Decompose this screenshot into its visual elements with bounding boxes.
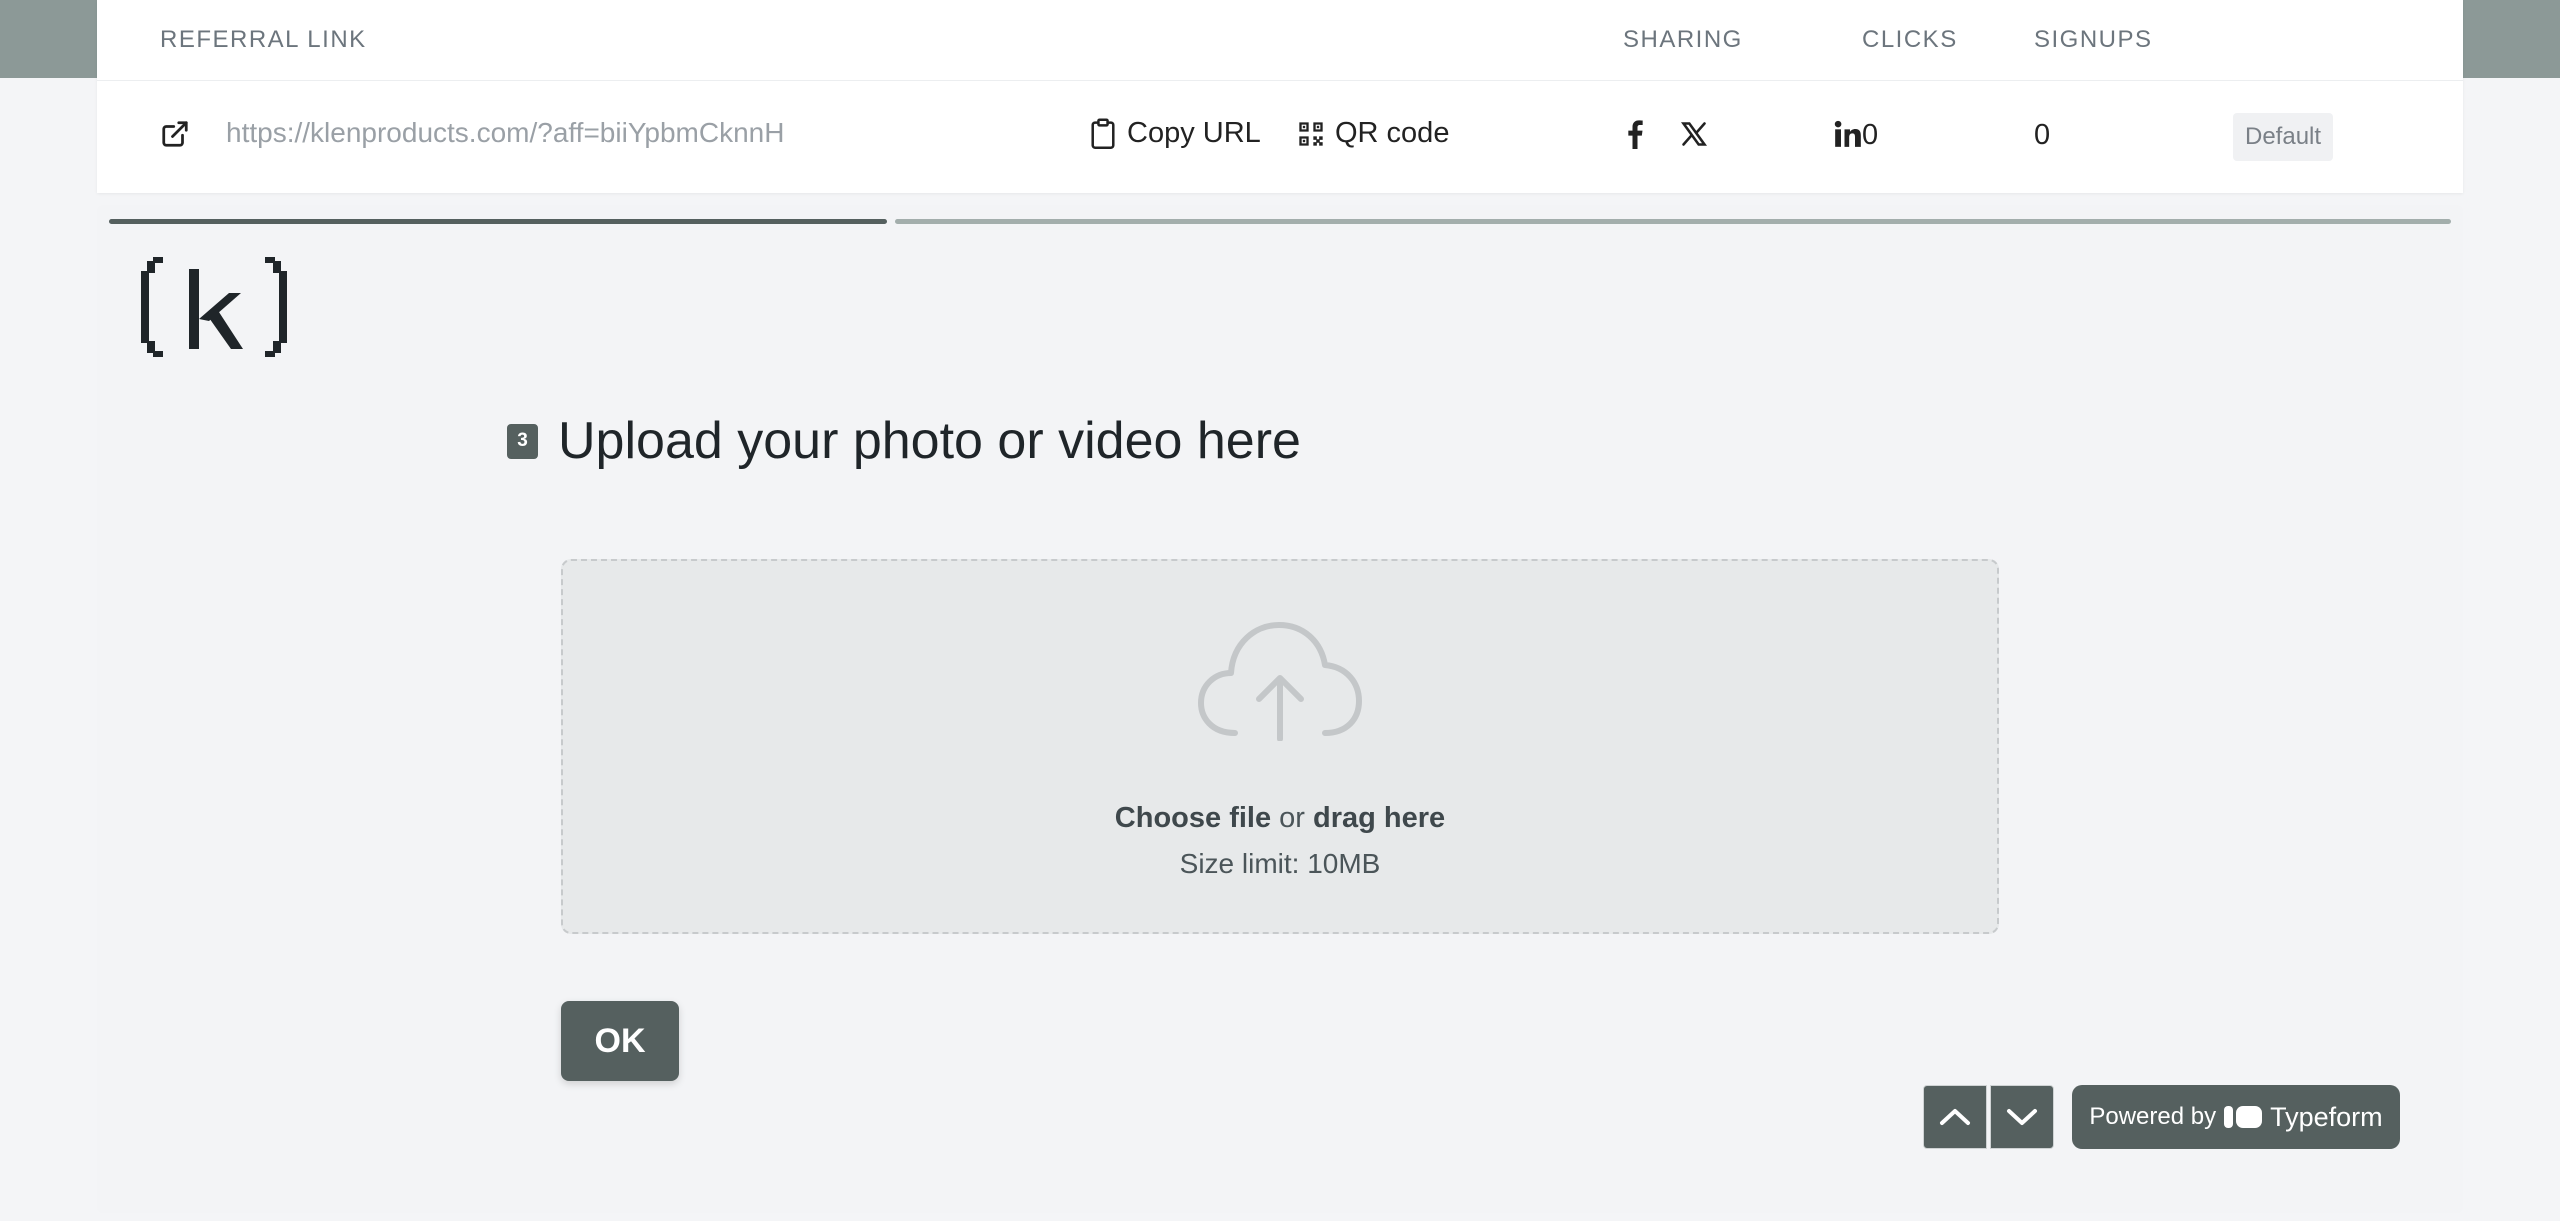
referral-card: REFERRAL LINK SHARING CLICKS SIGNUPS htt… — [97, 0, 2463, 193]
clipboard-icon — [1091, 117, 1115, 149]
cloud-upload-icon — [1198, 622, 1362, 741]
powered-by-label: Powered by — [2089, 1103, 2217, 1130]
question-heading: 3 Upload your photo or video here — [507, 411, 1301, 471]
linkedin-icon[interactable] — [1834, 120, 1862, 148]
referral-table-header: REFERRAL LINK SHARING CLICKS SIGNUPS — [97, 0, 2463, 81]
header-clicks: CLICKS — [1862, 26, 1958, 53]
qr-code-label: QR code — [1335, 117, 1450, 149]
brand-logo — [133, 249, 293, 370]
chevron-up-icon — [1940, 1109, 1970, 1125]
clicks-count: 0 — [1862, 119, 1879, 151]
referral-url[interactable]: https://klenproducts.com/?aff=biiYpbmCkn… — [226, 117, 784, 149]
klen-logo-icon — [141, 257, 287, 357]
dropzone-or: or — [1279, 802, 1305, 834]
external-link-icon[interactable] — [160, 119, 190, 149]
typeform-logo-icon — [2224, 1106, 2263, 1128]
x-icon[interactable] — [1680, 120, 1708, 148]
facebook-icon[interactable] — [1626, 119, 1644, 149]
chevron-down-icon — [2007, 1109, 2037, 1125]
progress-bar-track — [895, 219, 2451, 224]
progress-bar-filled — [109, 219, 887, 224]
qr-code-icon — [1299, 121, 1323, 146]
default-badge: Default — [2233, 113, 2334, 161]
copy-url-label: Copy URL — [1127, 117, 1261, 149]
file-dropzone[interactable]: Choose file or drag here Size limit: 10M… — [561, 559, 1999, 934]
previous-question-button[interactable] — [1923, 1085, 1987, 1149]
typeform-card: 3 Upload your photo or video here Choose… — [97, 205, 2463, 1213]
question-number: 3 — [507, 423, 538, 459]
signups-count: 0 — [2034, 119, 2051, 151]
header-referral-link: REFERRAL LINK — [160, 26, 367, 53]
referral-row: https://klenproducts.com/?aff=biiYpbmCkn… — [97, 81, 2463, 193]
header-signups: SIGNUPS — [2034, 26, 2153, 53]
qr-code-button[interactable]: QR code — [1297, 117, 1449, 150]
question-title: Upload your photo or video here — [558, 412, 1301, 470]
header-sharing: SHARING — [1623, 26, 1743, 53]
typeform-brand: Typeform — [2270, 1101, 2383, 1132]
choose-file-link[interactable]: Choose file — [1115, 802, 1271, 834]
copy-url-button[interactable]: Copy URL — [1089, 117, 1261, 150]
size-limit: Size limit: 10MB — [1179, 848, 1381, 879]
drag-here-text: drag here — [1313, 802, 1446, 834]
next-question-button[interactable] — [1990, 1085, 2054, 1149]
ok-button[interactable]: OK — [561, 1001, 679, 1081]
powered-by-typeform[interactable]: Powered by Typeform — [2072, 1085, 2400, 1149]
dropzone-instructions: Choose file or drag here — [563, 802, 1997, 835]
